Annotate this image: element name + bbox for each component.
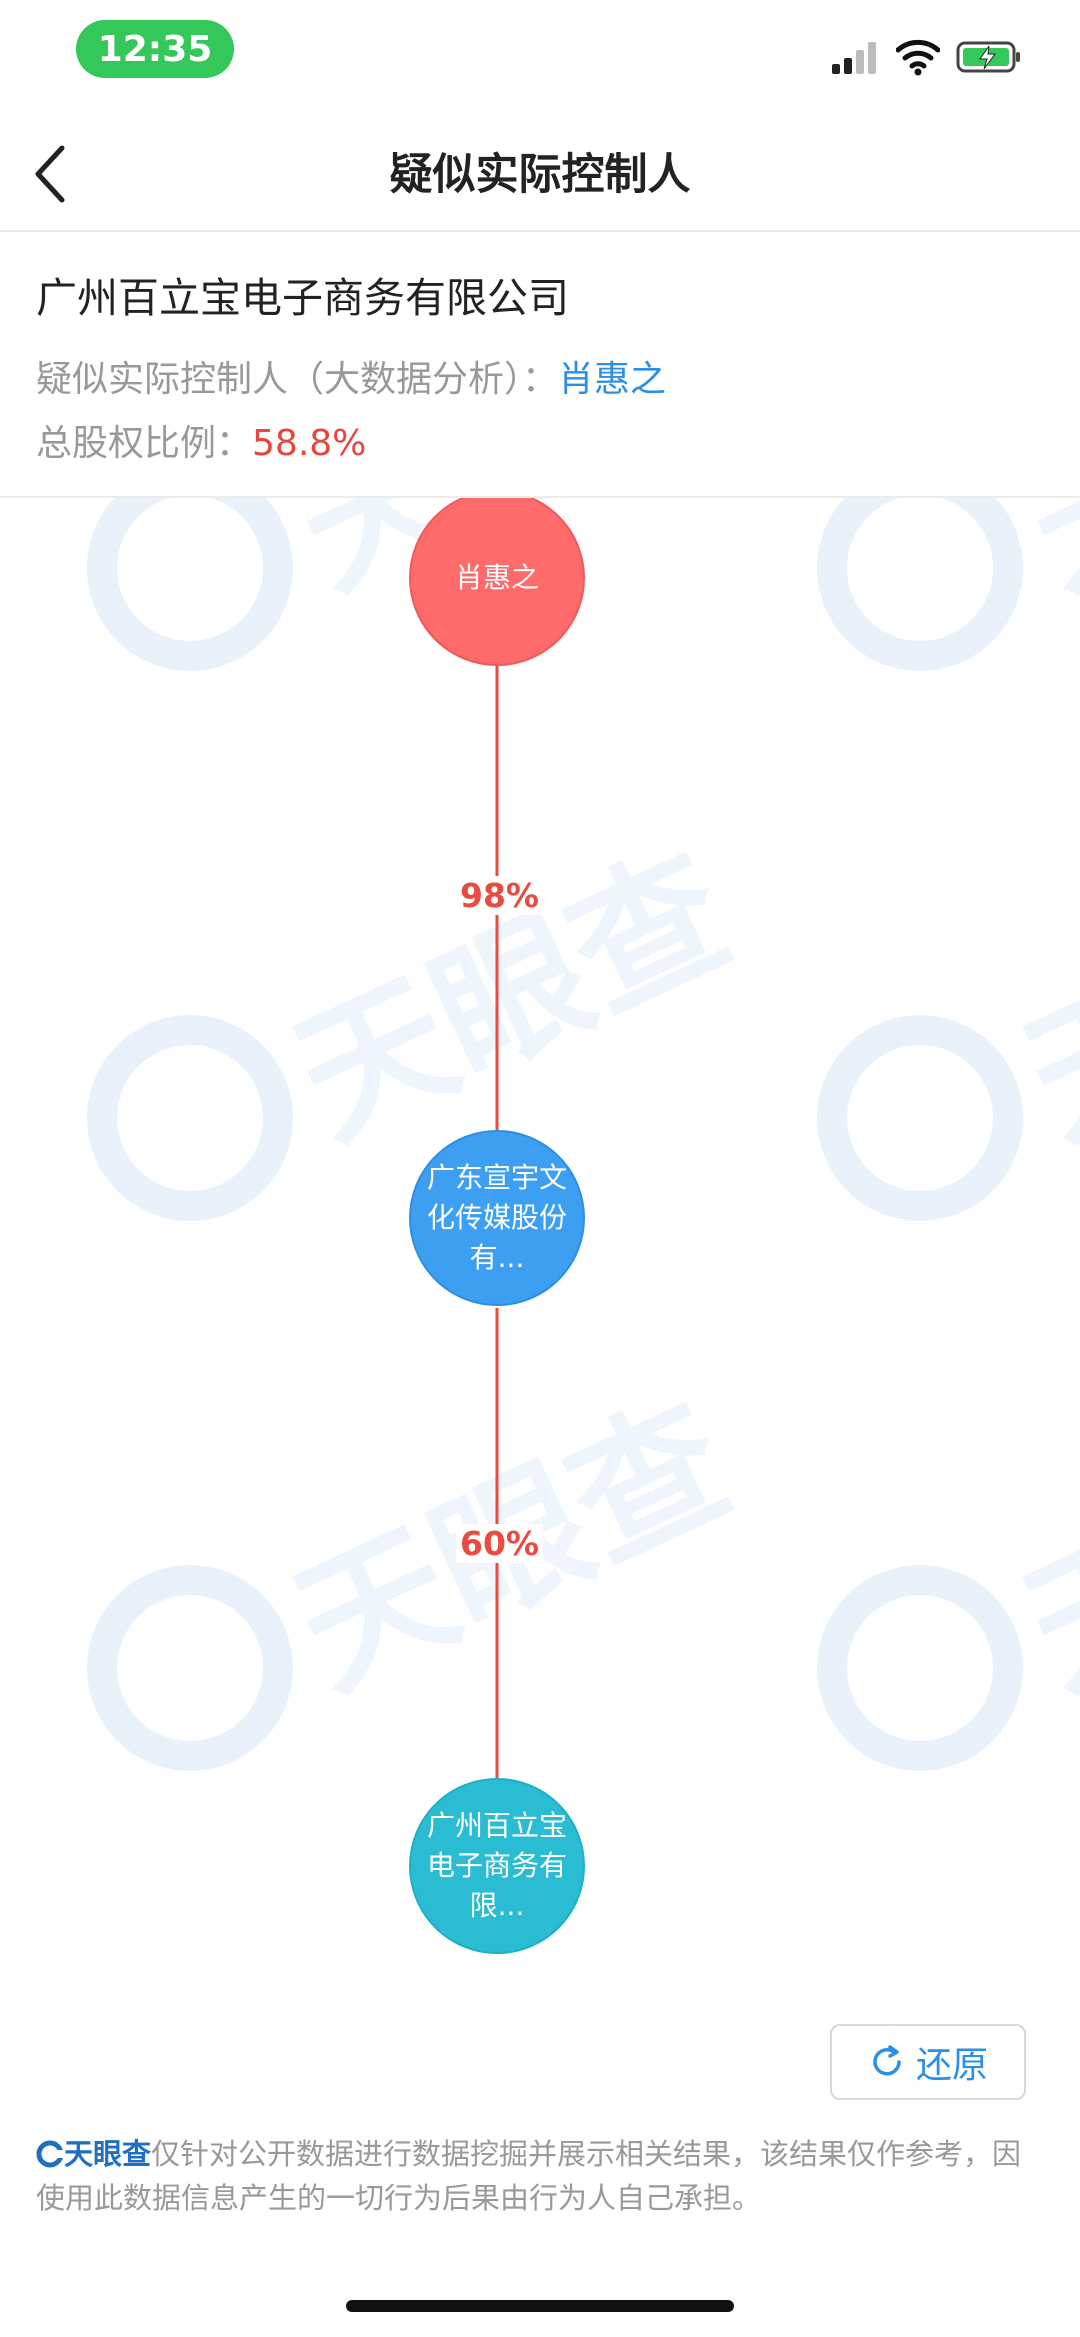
footer-brand: 天眼查 (64, 2137, 152, 2171)
refresh-icon (873, 2045, 901, 2076)
status-time: 12:35 (76, 20, 234, 78)
page-title: 疑似实际控制人 (389, 150, 691, 200)
restore-button-label: 还原 (915, 2045, 988, 2086)
footer-text: 仅针对公开数据进行数据挖掘并展示相关结果，该结果仅作参考，因使用此数据信息产生的… (36, 2137, 1022, 2215)
home-indicator (346, 2300, 734, 2312)
ratio-value: 58.8% (252, 423, 367, 464)
controller-row: 疑似实际控制人（大数据分析）：肖惠之 (36, 350, 666, 402)
node-intermediate-label: 广东宣宇文化传媒股份有... (426, 1161, 567, 1274)
tianyancha-logo-icon (36, 2140, 64, 2168)
battery-charging-icon (956, 41, 1020, 73)
controller-name-link[interactable]: 肖惠之 (558, 359, 666, 400)
disclaimer: 天眼查仅针对公开数据进行数据挖掘并展示相关结果，该结果仅作参考，因使用此数据信息… (36, 2132, 1046, 2220)
node-person[interactable]: 肖惠之 (409, 498, 585, 666)
ratio-row: 总股权比例：58.8% (36, 414, 366, 466)
ownership-graph[interactable]: 天眼查 98% 60% 肖惠之 广东宣宇文化传媒股份有... 广州百立宝电子商务… (0, 498, 1080, 2118)
cellular-signal-icon (832, 40, 882, 74)
back-chevron-icon[interactable] (30, 142, 70, 206)
edge-label-2: 60% (456, 1524, 543, 1563)
company-name: 广州百立宝电子商务有限公司 (36, 274, 569, 322)
ratio-label: 总股权比例： (36, 423, 253, 464)
restore-button[interactable]: 还原 (830, 2024, 1026, 2100)
wifi-icon (896, 39, 940, 76)
node-target-company[interactable]: 广州百立宝电子商务有限... (409, 1778, 585, 1954)
node-intermediate-company[interactable]: 广东宣宇文化传媒股份有... (409, 1130, 585, 1306)
controller-label: 疑似实际控制人（大数据分析）： (36, 359, 559, 400)
node-person-label: 肖惠之 (454, 561, 539, 594)
node-target-label: 广州百立宝电子商务有限... (426, 1809, 567, 1922)
edge-label-1: 98% (456, 876, 543, 915)
